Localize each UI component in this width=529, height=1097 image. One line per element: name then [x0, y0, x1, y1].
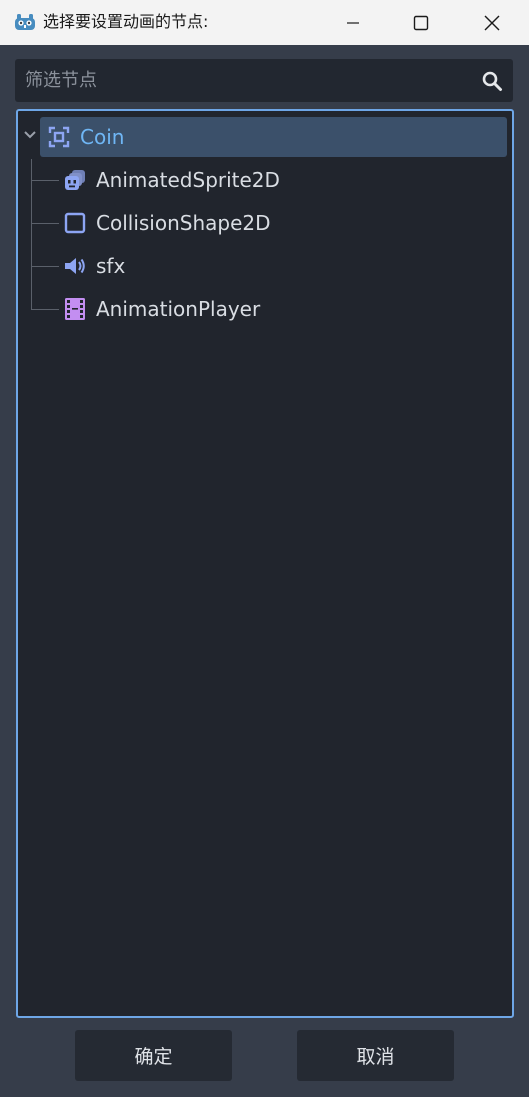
tree-item-coin[interactable]: Coin — [40, 117, 507, 157]
godot-icon — [15, 14, 35, 30]
select-node-dialog: 选择要设置动画的节点: 筛选节点 Coin AnimatedSprite2D C… — [0, 0, 529, 1097]
minimize-button[interactable] — [318, 0, 388, 45]
ok-button[interactable]: 确定 — [75, 1030, 232, 1081]
search-icon — [482, 71, 502, 91]
node2d-icon — [46, 124, 72, 150]
node-filter-box — [15, 59, 513, 102]
tree-item-animationplayer[interactable]: AnimationPlayer — [62, 289, 502, 329]
tree-item-label: Coin — [80, 125, 125, 149]
tree-item-label: sfx — [96, 254, 126, 278]
tree-item-label: AnimationPlayer — [96, 297, 261, 321]
node-tree[interactable]: Coin AnimatedSprite2D CollisionShape2D s… — [16, 109, 514, 1018]
minimize-icon — [347, 21, 359, 24]
close-button[interactable] — [457, 0, 527, 45]
close-icon — [484, 15, 500, 30]
tree-guide-line — [31, 159, 32, 309]
tree-item-label: AnimatedSprite2D — [96, 168, 280, 192]
animated-sprite-icon — [62, 167, 88, 193]
node-filter-input[interactable] — [25, 69, 465, 91]
tree-guide-line — [31, 180, 59, 181]
tree-item-label: CollisionShape2D — [96, 211, 271, 235]
audio-icon — [62, 253, 88, 279]
maximize-button[interactable] — [386, 0, 456, 45]
chevron-down-icon[interactable] — [23, 129, 37, 141]
cancel-button[interactable]: 取消 — [297, 1030, 454, 1081]
tree-guide-line — [31, 266, 59, 267]
maximize-icon — [413, 15, 429, 30]
animation-player-icon — [62, 296, 88, 322]
tree-item-collisionshape2d[interactable]: CollisionShape2D — [62, 203, 502, 243]
title-bar[interactable]: 选择要设置动画的节点: — [0, 0, 529, 45]
tree-item-sfx[interactable]: sfx — [62, 246, 502, 286]
tree-guide-line — [31, 223, 59, 224]
tree-guide-line — [31, 309, 59, 310]
tree-item-animatedsprite2d[interactable]: AnimatedSprite2D — [62, 160, 502, 200]
collision-shape-icon — [62, 210, 88, 236]
window-title: 选择要设置动画的节点: — [43, 12, 209, 31]
